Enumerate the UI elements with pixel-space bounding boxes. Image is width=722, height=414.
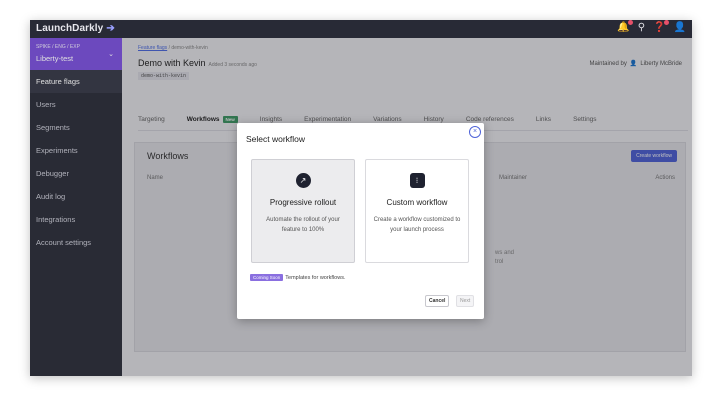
top-icons: 🔔 ⚲ ❓ 👤 [617,20,686,33]
custom-workflow-option[interactable]: ⁝ Custom workflow Create a workflow cust… [365,159,469,263]
coming-soon-badge: Coming Soon [250,274,284,281]
next-button[interactable]: Next [456,295,475,307]
option-title: Custom workflow [386,198,448,207]
modal-title: Select workflow [246,134,306,144]
option-description: Create a workflow customized to your lau… [373,217,461,233]
logo-arrow-icon: ➔ [106,23,115,34]
option-description: Automate the rollout of your feature to … [266,217,340,233]
logo-text: LaunchDarkly [36,23,104,34]
option-title: Progressive rollout [269,198,337,207]
logo[interactable]: LaunchDarkly ➔ [36,23,115,34]
help-icon[interactable]: ❓ [653,20,669,33]
coming-soon-text: Templates for workflows. [285,275,346,281]
app-window: LaunchDarkly ➔ 🔔 ⚲ ❓ 👤 SPIKE / ENG / EXP … [30,20,692,376]
progressive-rollout-option[interactable]: ↗ Progressive rollout Automate the rollo… [251,159,355,263]
close-icon[interactable]: × [469,126,481,138]
sidebar-dim-overlay [30,38,122,376]
bell-icon[interactable]: 🔔 [617,20,633,33]
user-icon[interactable]: 👤 [674,22,686,33]
top-bar: LaunchDarkly ➔ 🔔 ⚲ ❓ 👤 [30,20,692,38]
select-workflow-modal: Select workflow × ↗ Progressive rollout … [237,123,484,319]
custom-workflow-icon: ⁝ [409,173,425,188]
coming-soon-note: Coming Soon Templates for workflows. [250,274,346,281]
cancel-button[interactable]: Cancel [425,295,450,307]
trending-up-icon: ↗ [295,173,311,188]
search-icon[interactable]: ⚲ [638,22,645,33]
